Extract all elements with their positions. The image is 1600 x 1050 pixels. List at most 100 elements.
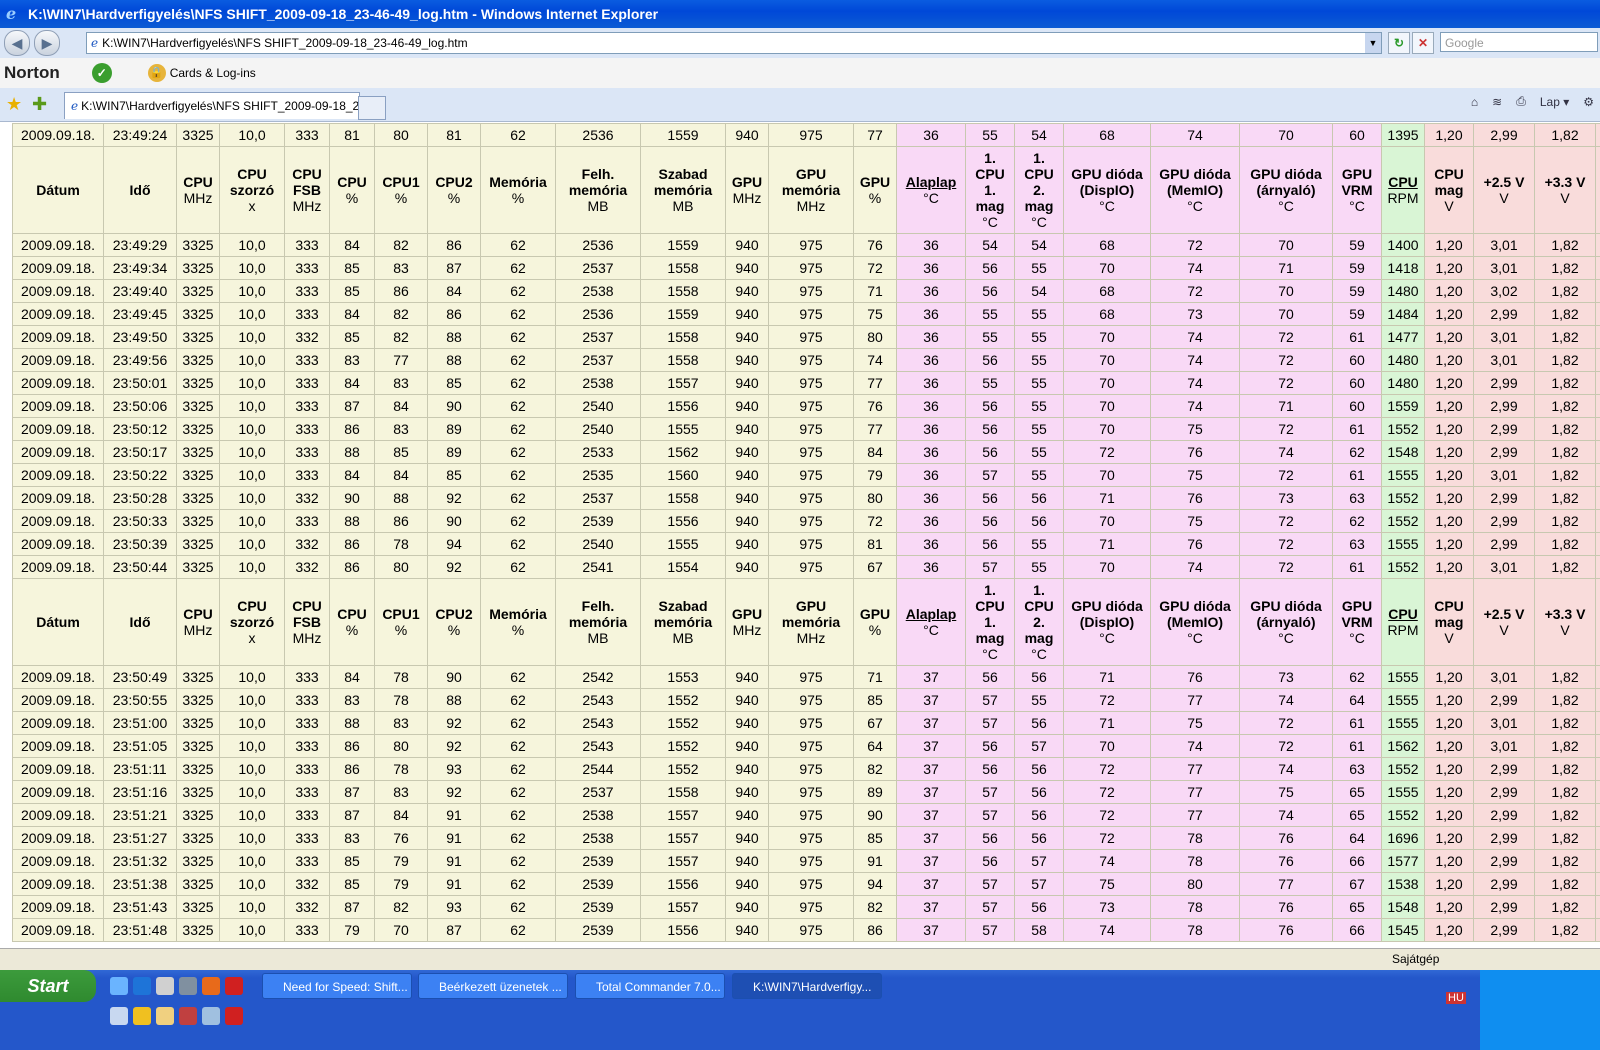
tab-current[interactable]: e K:\WIN7\Hardverfigyelés\NFS SHIFT_2009-… (64, 92, 360, 119)
task-need-for-speed[interactable]: Need for Speed: Shift... (262, 973, 412, 999)
table-cell: 93 (427, 757, 481, 781)
column-header-alaplap[interactable]: Alaplap °C (896, 146, 966, 234)
quicklaunch-icon-9[interactable] (156, 1007, 174, 1025)
table-cell: 2009.09.18. (12, 918, 104, 942)
language-indicator[interactable]: HU (1446, 992, 1466, 1004)
norton-logo[interactable]: Norton (4, 63, 60, 83)
table-cell: 36 (896, 279, 966, 303)
table-cell: 71 (1063, 665, 1151, 689)
column-header-cpu-rpm[interactable]: CPU RPM (1381, 146, 1425, 234)
column-header-cpu-fsb: CPU FSB MHz (284, 146, 330, 234)
table-cell: 56 (965, 486, 1015, 510)
refresh-button[interactable]: ↻ (1388, 32, 1410, 54)
quicklaunch-icon-8[interactable] (133, 1007, 151, 1025)
table-cell: 84 (374, 394, 428, 418)
table-cell: 55 (1014, 256, 1064, 280)
table-cell: 71 (1063, 532, 1151, 556)
forward-button[interactable]: ▶ (34, 30, 60, 56)
quicklaunch-icon-12[interactable] (225, 1007, 243, 1025)
page-content[interactable]: 2009.09.18. 23:49:24 3325 10,0 333 81 80 81 62 25… (0, 122, 1600, 949)
column-header-text: °C (1031, 214, 1047, 230)
table-cell: 37 (896, 757, 966, 781)
column-header-text: °C (982, 214, 998, 230)
tab-bar: ★ ✚ e K:\WIN7\Hardverfigyelés\NFS SHIFT_2… (0, 88, 1600, 122)
cards-logins-button[interactable]: 🔒 Cards & Log-ins (147, 64, 256, 82)
opera-icon[interactable] (225, 977, 243, 995)
table-cell: 89 (427, 440, 481, 464)
table-cell: 56 (965, 279, 1015, 303)
table-cell: 975 (768, 780, 854, 804)
column-header-text: GPU (795, 598, 827, 614)
task-inbox[interactable]: Beérkezett üzenetek ... (418, 973, 568, 999)
new-tab-button[interactable] (358, 96, 386, 120)
table-row: 2009.09.18. 23:51:27 3325 10,0 333 83 76 91 62 25… (12, 826, 1600, 850)
favorites-star-icon[interactable]: ★ (6, 94, 22, 115)
address-input[interactable]: e K:\WIN7\Hardverfigyelés\NFS SHIFT_2009… (86, 32, 1382, 54)
table-cell: 1560 (640, 463, 726, 487)
column-header-cpu-rpm[interactable]: CPU RPM (1381, 578, 1425, 666)
back-button[interactable]: ◀ (4, 30, 30, 56)
page-menu-button[interactable]: Lap ▾ (1540, 95, 1569, 109)
task-total-commander[interactable]: Total Commander 7.0... (575, 973, 725, 999)
column-header-text: MHz (796, 198, 826, 214)
table-cell: 4,95 (1595, 348, 1600, 372)
column-header-gpu-mem-t: GPU dióda (MemIO) °C (1150, 578, 1240, 666)
start-button[interactable]: Start (0, 970, 96, 1002)
quicklaunch-icon-7[interactable] (110, 1007, 128, 1025)
table-header-row: Dátum Idő CPU MHz CPU szorzó x CPU FSB MHz CPU% CPU… (12, 578, 1600, 666)
table-cell: 3,01 (1473, 463, 1535, 487)
column-header-text: mag (1024, 198, 1054, 214)
add-favorite-icon[interactable]: ✚ (32, 94, 47, 115)
table-cell: 81 (853, 532, 897, 556)
stop-button[interactable]: ✕ (1412, 32, 1434, 54)
table-cell: 1,20 (1424, 394, 1474, 418)
table-cell: 1,82 (1534, 463, 1596, 487)
media-icon[interactable] (156, 977, 174, 995)
disk-icon[interactable] (179, 977, 197, 995)
column-header-alaplap[interactable]: Alaplap °C (896, 578, 966, 666)
table-cell: 56 (1014, 826, 1064, 850)
quicklaunch-icon-11[interactable] (202, 1007, 220, 1025)
table-cell: 67 (853, 711, 897, 735)
home-icon[interactable]: ⌂ (1471, 95, 1478, 109)
norton-safe-check-icon[interactable]: ✓ (91, 63, 112, 83)
table-cell: 3325 (176, 486, 220, 510)
security-zone: Sajátgép (1392, 952, 1440, 966)
show-desktop-icon[interactable] (110, 977, 128, 995)
feeds-icon[interactable]: ≋ (1492, 95, 1502, 109)
firefox-icon[interactable] (202, 977, 220, 995)
table-cell: 56 (965, 665, 1015, 689)
table-cell: 3325 (176, 371, 220, 395)
table-cell: 2,99 (1473, 394, 1535, 418)
table-cell: 86 (329, 734, 375, 758)
table-cell: 62 (480, 555, 556, 579)
column-header-gpu-vrm: GPU VRM °C (1332, 578, 1382, 666)
table-cell: 10,0 (219, 394, 285, 418)
table-cell: 36 (896, 417, 966, 441)
table-cell: 75 (1239, 780, 1333, 804)
table-cell: 10,0 (219, 780, 285, 804)
column-header-text: CPU (183, 606, 213, 622)
print-icon[interactable]: ⎙ (1516, 94, 1526, 109)
table-cell: 1,20 (1424, 256, 1474, 280)
table-cell: 3,01 (1473, 348, 1535, 372)
table-cell: 93 (427, 895, 481, 919)
column-header-text: Felh. (581, 166, 615, 182)
table-cell: 84 (374, 803, 428, 827)
table-row: 2009.09.18. 23:49:50 3325 10,0 332 85 82 88 62 25… (12, 325, 1600, 349)
table-cell: 67 (1332, 872, 1382, 896)
quicklaunch-icon-10[interactable] (179, 1007, 197, 1025)
table-cell: 59 (1332, 233, 1382, 257)
ie-quicklaunch-icon[interactable] (133, 977, 151, 995)
column-header-text: V (1560, 622, 1570, 638)
task-ie-current[interactable]: K:\WIN7\Hardverfigy... (732, 973, 882, 999)
search-input[interactable]: Google (1440, 32, 1598, 52)
table-cell: 940 (725, 803, 769, 827)
table-cell: 1556 (640, 918, 726, 942)
address-dropdown-icon[interactable]: ▼ (1365, 33, 1381, 53)
tools-gear-icon[interactable]: ⚙ (1583, 95, 1594, 109)
table-cell: 333 (284, 371, 330, 395)
table-cell: 70 (1063, 394, 1151, 418)
system-tray[interactable] (1480, 970, 1600, 1050)
table-cell: 1,20 (1424, 302, 1474, 326)
